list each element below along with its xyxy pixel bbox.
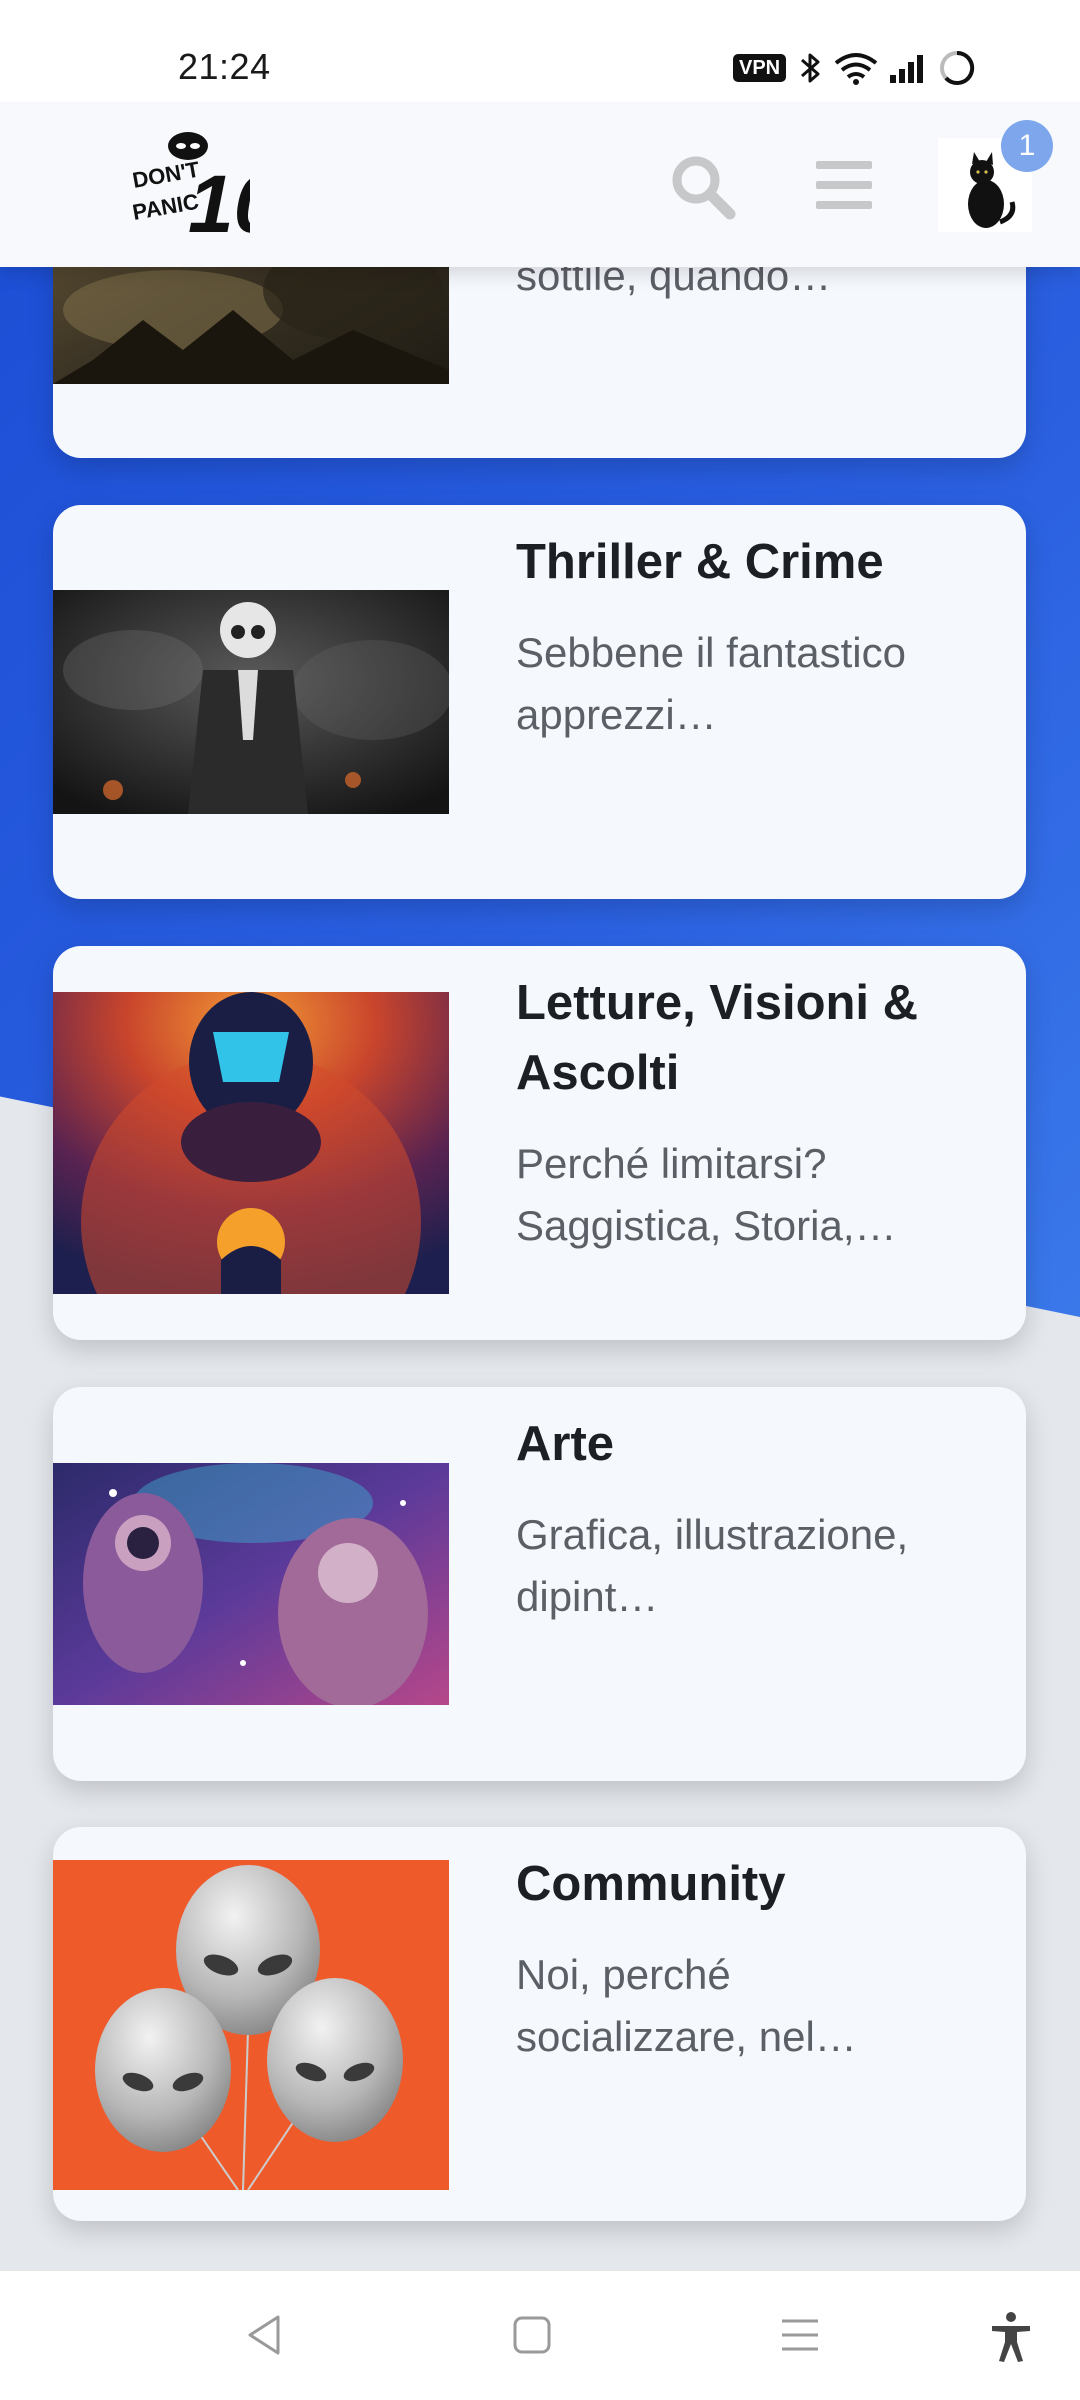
search-icon: [672, 156, 736, 220]
card-description: Perché limitarsi? Saggistica, Storia,…: [516, 1140, 897, 1249]
app-header: DON'T PANIC 10 1: [0, 102, 1080, 267]
card-image: [53, 1860, 449, 2190]
recents-icon[interactable]: [778, 2315, 822, 2355]
status-icons: VPN: [733, 48, 986, 88]
search-button[interactable]: [668, 152, 738, 222]
card-image: [53, 992, 449, 1294]
category-card-thriller[interactable]: Thriller & Crime Sebbene il fantastico a…: [53, 505, 1026, 899]
card-description: Sebbene il fantastico apprezzi…: [516, 629, 906, 738]
site-logo[interactable]: DON'T PANIC 10: [130, 128, 279, 250]
dont-panic-logo: DON'T PANIC 10: [131, 132, 279, 250]
category-card-community[interactable]: Community Noi, perché socializzare, nel…: [53, 1827, 1026, 2221]
svg-text:10: 10: [188, 159, 250, 242]
accessibility-icon[interactable]: [988, 2311, 1034, 2363]
battery-icon: [940, 50, 975, 85]
card-title: Thriller & Crime: [516, 535, 884, 589]
hamburger-menu-icon: [816, 161, 872, 209]
card-title: Community: [516, 1857, 786, 1911]
card-description: Noi, perché socializzare, nel…: [516, 1951, 857, 2060]
back-icon[interactable]: [244, 2313, 284, 2357]
status-time: 21:24: [178, 46, 271, 87]
category-list: sottile, quando… Thriller & Crime Sebben…: [0, 0, 1080, 2400]
wifi-icon: [834, 53, 878, 85]
category-card-arte[interactable]: Arte Grafica, illustrazione, dipint…: [53, 1387, 1026, 1781]
vpn-badge: VPN: [733, 54, 787, 82]
card-image: [53, 590, 449, 814]
card-description: Grafica, illustrazione, dipint…: [516, 1511, 909, 1620]
card-image: [53, 1463, 449, 1705]
card-title: Letture, Visioni & Ascolti: [516, 976, 919, 1100]
card-title: Arte: [516, 1417, 615, 1471]
signal-icon: [890, 55, 924, 83]
menu-button[interactable]: [812, 157, 876, 213]
bluetooth-icon: [801, 53, 820, 83]
notification-badge: 1: [1001, 120, 1053, 172]
system-nav-bar: [0, 2270, 1080, 2400]
user-avatar-button[interactable]: 1: [938, 120, 1053, 232]
status-bar: 21:24 VPN: [0, 0, 1080, 102]
category-card-letture[interactable]: Letture, Visioni & Ascolti Perché limita…: [53, 946, 1026, 1340]
home-icon[interactable]: [512, 2315, 552, 2355]
